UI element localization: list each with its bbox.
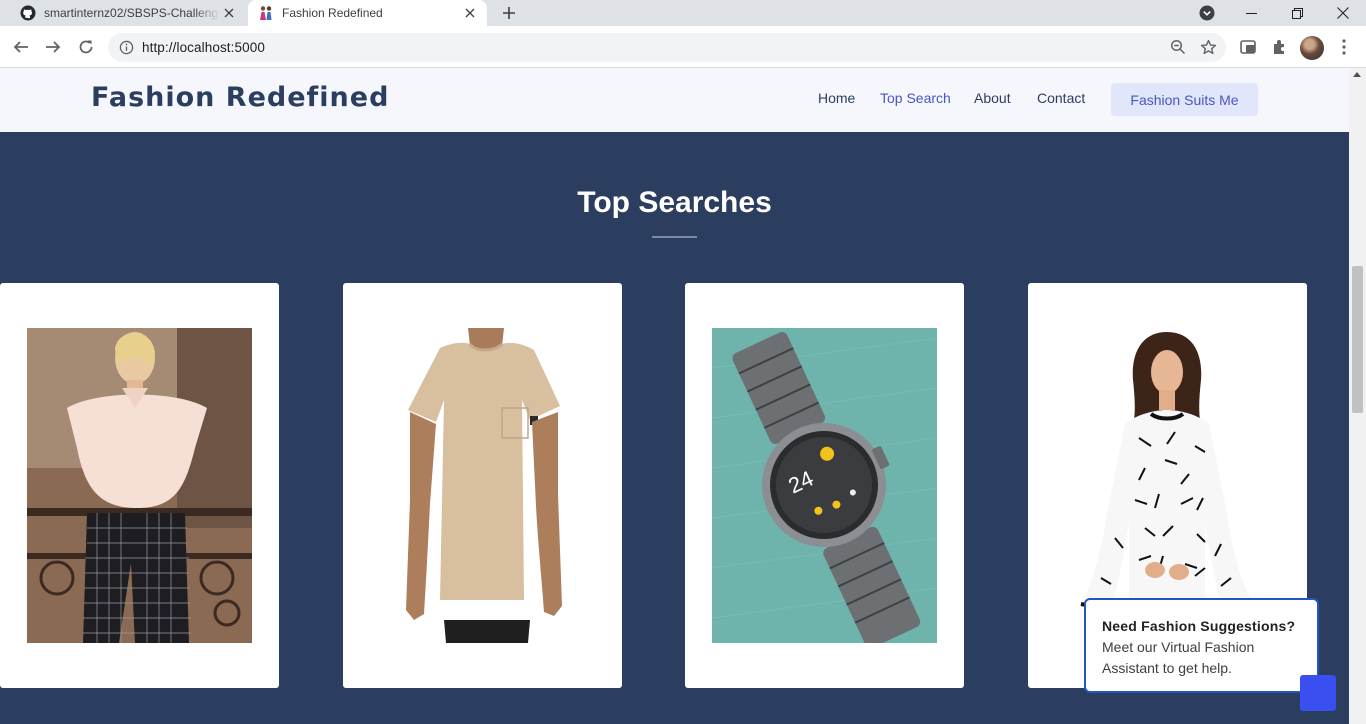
tab-title: Fashion Redefined	[282, 6, 383, 20]
product-card[interactable]: 24	[685, 283, 964, 688]
product-card[interactable]	[0, 283, 279, 688]
nav-top-search[interactable]: Top Search	[880, 90, 951, 106]
page-viewport: Fashion Redefined Home Top Search About …	[0, 68, 1349, 724]
back-icon[interactable]	[9, 35, 33, 59]
browser-toolbar: http://localhost:5000	[0, 26, 1366, 68]
page-scrollbar[interactable]	[1349, 68, 1366, 724]
product-image-printed-top[interactable]	[1055, 328, 1280, 643]
site-logo[interactable]: Fashion Redefined	[91, 82, 389, 113]
address-bar[interactable]: http://localhost:5000	[108, 33, 1226, 62]
scrollbar-thumb[interactable]	[1352, 266, 1363, 413]
new-tab-button[interactable]	[498, 3, 520, 23]
nav-about[interactable]: About	[974, 90, 1011, 106]
profile-avatar[interactable]	[1300, 36, 1324, 60]
extensions-puzzle-icon[interactable]	[1270, 37, 1290, 57]
chat-heading: Need Fashion Suggestions?	[1102, 618, 1296, 634]
product-image-smartwatch[interactable]: 24	[712, 328, 937, 643]
chat-body: Meet our Virtual Fashion Assistant to ge…	[1102, 639, 1255, 676]
info-icon[interactable]	[118, 39, 135, 56]
product-image-tshirt[interactable]	[370, 328, 595, 643]
section-title: Top Searches	[577, 186, 772, 219]
close-icon[interactable]	[220, 4, 238, 22]
fashion-favicon-icon	[258, 5, 274, 21]
fashion-suits-me-button[interactable]: Fashion Suits Me	[1111, 83, 1258, 116]
product-card[interactable]	[343, 283, 622, 688]
close-icon[interactable]	[461, 4, 479, 22]
restore-icon[interactable]	[1274, 0, 1320, 26]
tab-fashion-redefined[interactable]: Fashion Redefined	[248, 0, 487, 26]
reload-icon[interactable]	[74, 35, 98, 59]
tab-title: smartinternz02/SBSPS-Challenge	[44, 6, 220, 20]
extension-icon[interactable]	[1238, 37, 1258, 57]
bookmark-star-icon[interactable]	[1200, 39, 1217, 61]
nav-contact[interactable]: Contact	[1037, 90, 1085, 106]
chat-suggestion-bubble[interactable]: Need Fashion Suggestions? Meet our Virtu…	[1084, 598, 1319, 693]
tab-search-icon[interactable]	[1184, 0, 1230, 26]
nav-home[interactable]: Home	[818, 90, 855, 106]
close-window-icon[interactable]	[1320, 0, 1366, 26]
chat-launcher-button[interactable]	[1300, 675, 1336, 711]
scroll-up-arrow-icon[interactable]	[1353, 72, 1361, 77]
github-icon	[20, 5, 36, 21]
zoom-icon[interactable]	[1170, 39, 1186, 60]
minimize-icon[interactable]	[1228, 0, 1274, 26]
url-text[interactable]: http://localhost:5000	[142, 40, 265, 55]
tab-strip: smartinternz02/SBSPS-Challenge Fashion R…	[0, 0, 1366, 26]
site-header: Fashion Redefined Home Top Search About …	[0, 68, 1349, 132]
title-divider	[652, 236, 697, 238]
forward-icon[interactable]	[41, 35, 65, 59]
menu-kebab-icon[interactable]	[1334, 37, 1354, 57]
product-image-blouse[interactable]	[27, 328, 252, 643]
tab-github[interactable]: smartinternz02/SBSPS-Challenge	[10, 0, 246, 26]
